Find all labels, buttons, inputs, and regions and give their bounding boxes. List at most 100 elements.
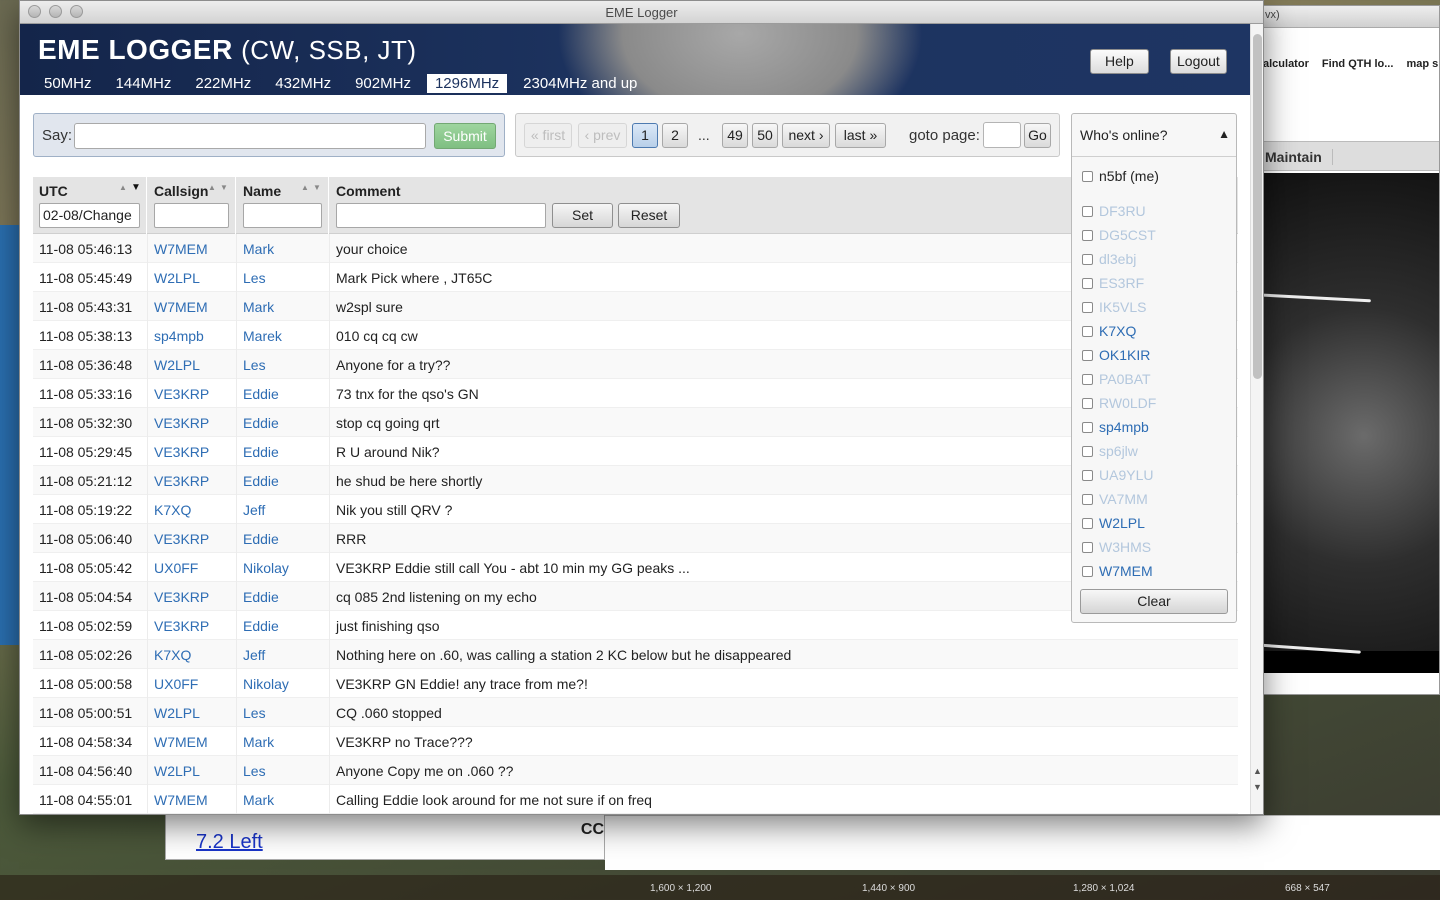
callsign-link[interactable]: VE3KRP	[154, 473, 209, 489]
help-button[interactable]: Help	[1090, 49, 1149, 74]
online-user-item[interactable]: IK5VLS	[1082, 295, 1156, 319]
tab-902mhz[interactable]: 902MHz	[347, 74, 419, 93]
column-callsign[interactable]: Callsign ▲ ▼	[148, 177, 236, 234]
logout-button[interactable]: Logout	[1170, 49, 1227, 74]
scroll-down-arrow-icon[interactable]: ▼	[1253, 782, 1262, 792]
callsign-link[interactable]: W2LPL	[154, 357, 200, 373]
name-link[interactable]: Mark	[243, 241, 274, 257]
online-user-item[interactable]: sp6jlw	[1082, 439, 1156, 463]
name-link[interactable]: Jeff	[243, 647, 265, 663]
callsign-link[interactable]: VE3KRP	[154, 386, 209, 402]
callsign-link[interactable]: W7MEM	[154, 734, 208, 750]
name-filter[interactable]	[243, 203, 322, 228]
name-link[interactable]: Eddie	[243, 444, 279, 460]
name-link[interactable]: Mark	[243, 299, 274, 315]
comment-filter[interactable]	[336, 203, 546, 228]
sort-arrows-icon[interactable]: ▲	[301, 183, 309, 192]
checkbox[interactable]	[1082, 541, 1093, 553]
callsign-link[interactable]: VE3KRP	[154, 589, 209, 605]
online-user-item[interactable]: sp4mpb	[1082, 415, 1156, 439]
checkbox[interactable]	[1082, 205, 1093, 217]
checkbox[interactable]	[1082, 565, 1093, 577]
submit-button[interactable]: Submit	[434, 123, 496, 149]
checkbox[interactable]	[1082, 349, 1093, 361]
scrollbar-thumb[interactable]	[1253, 34, 1262, 379]
name-link[interactable]: Eddie	[243, 473, 279, 489]
prev-page-button[interactable]: ‹ prev	[578, 123, 627, 148]
callsign-link[interactable]: K7XQ	[154, 502, 191, 518]
name-link[interactable]: Mark	[243, 734, 274, 750]
checkbox[interactable]	[1082, 301, 1093, 313]
name-link[interactable]: Marek	[243, 328, 282, 344]
column-comment[interactable]: Comment Set Reset	[330, 177, 1070, 234]
tab-432mhz[interactable]: 432MHz	[267, 74, 339, 93]
name-link[interactable]: Eddie	[243, 589, 279, 605]
online-user-item[interactable]: dl3ebj	[1082, 247, 1156, 271]
callsign-link[interactable]: W7MEM	[154, 241, 208, 257]
page-2-button[interactable]: 2	[662, 123, 688, 148]
scroll-up-arrow-icon[interactable]: ▲	[1253, 766, 1262, 776]
column-utc[interactable]: UTC ▲ ▼ 02-08/Change	[33, 177, 147, 234]
callsign-link[interactable]: UX0FF	[154, 560, 198, 576]
callsign-link[interactable]: VE3KRP	[154, 415, 209, 431]
page-1-button[interactable]: 1	[632, 123, 658, 148]
goto-page-input[interactable]	[983, 122, 1021, 148]
callsign-link[interactable]: VE3KRP	[154, 444, 209, 460]
name-link[interactable]: Les	[243, 357, 266, 373]
callsign-link[interactable]: W2LPL	[154, 763, 200, 779]
online-user-item[interactable]: VA7MM	[1082, 487, 1156, 511]
callsign-link[interactable]: VE3KRP	[154, 531, 209, 547]
callsign-link[interactable]: VE3KRP	[154, 618, 209, 634]
name-link[interactable]: Eddie	[243, 531, 279, 547]
sort-arrows-icon[interactable]: ▼	[313, 183, 321, 192]
checkbox[interactable]	[1082, 277, 1093, 289]
background-link[interactable]: Find QTH lo...	[1322, 58, 1394, 70]
online-user-item[interactable]: W2LPL	[1082, 511, 1156, 535]
name-link[interactable]: Mark	[243, 792, 274, 808]
go-button[interactable]: Go	[1024, 123, 1051, 148]
clear-button[interactable]: Clear	[1080, 589, 1228, 614]
utc-filter[interactable]: 02-08/Change	[39, 203, 140, 228]
online-user-item[interactable]: DF3RU	[1082, 199, 1156, 223]
online-user-item[interactable]: OK1KIR	[1082, 343, 1156, 367]
name-link[interactable]: Eddie	[243, 386, 279, 402]
checkbox[interactable]	[1082, 325, 1093, 337]
callsign-link[interactable]: W7MEM	[154, 299, 208, 315]
callsign-link[interactable]: UX0FF	[154, 676, 198, 692]
tab-1296mhz[interactable]: 1296MHz	[426, 74, 508, 93]
column-name[interactable]: Name ▲ ▼	[237, 177, 329, 234]
page-50-button[interactable]: 50	[752, 123, 778, 148]
name-link[interactable]: Les	[243, 270, 266, 286]
online-user-item[interactable]: PA0BAT	[1082, 367, 1156, 391]
tab-maintain[interactable]: Maintain	[1265, 149, 1333, 165]
online-user-item[interactable]: W7MEM	[1082, 559, 1156, 583]
online-user-item[interactable]: K7XQ	[1082, 319, 1156, 343]
checkbox[interactable]	[1082, 421, 1093, 433]
checkbox[interactable]	[1082, 517, 1093, 529]
online-user-item[interactable]: RW0LDF	[1082, 391, 1156, 415]
callsign-link[interactable]: K7XQ	[154, 647, 191, 663]
sort-arrows-icon[interactable]: ▼	[220, 183, 228, 192]
checkbox[interactable]	[1082, 229, 1093, 241]
sort-desc-icon[interactable]: ▼	[131, 182, 141, 193]
checkbox[interactable]	[1082, 445, 1093, 457]
checkbox[interactable]	[1082, 397, 1093, 409]
background-doc-link[interactable]: 7.2 Left	[196, 831, 263, 854]
page-scrollbar[interactable]: ▲ ▼	[1250, 24, 1263, 814]
callsign-link[interactable]: sp4mpb	[154, 328, 204, 344]
collapse-triangle-icon[interactable]: ▲	[1218, 127, 1230, 141]
tab-50mhz[interactable]: 50MHz	[36, 74, 100, 93]
sort-arrows-icon[interactable]: ▲	[208, 183, 216, 192]
online-user-item[interactable]: UA9YLU	[1082, 463, 1156, 487]
name-link[interactable]: Les	[243, 705, 266, 721]
checkbox[interactable]	[1082, 170, 1093, 182]
tab-144mhz[interactable]: 144MHz	[108, 74, 180, 93]
checkbox[interactable]	[1082, 373, 1093, 385]
whos-online-header[interactable]: Who's online? ▲	[1072, 114, 1236, 157]
callsign-link[interactable]: W2LPL	[154, 705, 200, 721]
name-link[interactable]: Nikolay	[243, 676, 289, 692]
page-49-button[interactable]: 49	[722, 123, 748, 148]
checkbox[interactable]	[1082, 493, 1093, 505]
name-link[interactable]: Eddie	[243, 618, 279, 634]
online-user-item[interactable]: W3HMS	[1082, 535, 1156, 559]
